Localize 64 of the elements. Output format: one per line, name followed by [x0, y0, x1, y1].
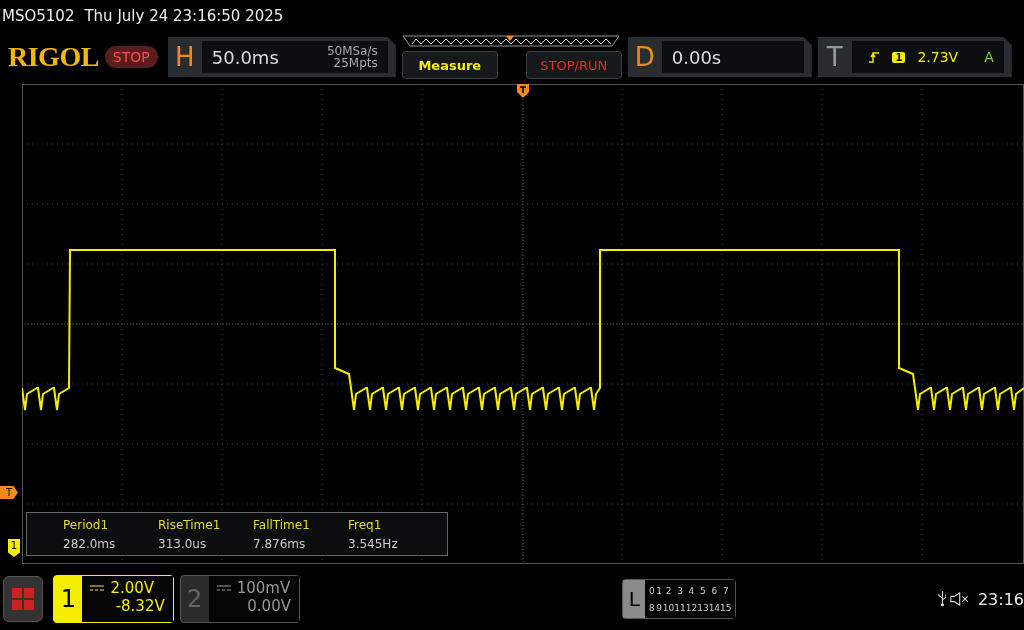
trigger-source: 1: [892, 51, 906, 63]
trigger-label: T: [825, 42, 844, 72]
menu-button[interactable]: [3, 576, 44, 622]
channel-scale: 2.00V: [110, 579, 155, 597]
logic-panel[interactable]: L 0 1 2 3 4 5 6 7 8 9101112131415: [622, 579, 736, 619]
brand-logo: RIGOL: [8, 41, 99, 73]
measurement-name: Period1: [63, 517, 110, 532]
logic-channel-number: 15: [720, 602, 732, 613]
dc-coupling-icon: [216, 585, 231, 591]
rising-edge-icon: [868, 51, 881, 63]
measurement-value: 3.545Hz: [348, 536, 399, 551]
grid-icon: [12, 588, 35, 610]
toolbar-button[interactable]: STOP/RUN: [525, 51, 622, 79]
delay-label: D: [633, 42, 656, 72]
logic-channel-number: 5: [699, 585, 707, 596]
channel-offset: 0.00V: [247, 597, 291, 615]
logic-channel-number: 6: [710, 585, 719, 596]
logic-channel-number: 12: [685, 602, 698, 613]
timebase-value: 50.0ms: [211, 46, 279, 68]
channel-number: 1: [59, 584, 78, 615]
channel-panel[interactable]: 1 2.00V -8.32V: [53, 575, 174, 623]
run-state-badge: STOP: [104, 46, 158, 68]
sample-rate: 50MSa/s: [326, 45, 378, 57]
speaker-muted-icon[interactable]: [950, 591, 970, 607]
channel-offset: -8.32V: [115, 597, 165, 615]
channel-number: 2: [186, 584, 204, 615]
measurement-value: 313.0us: [158, 536, 208, 551]
clock: 23:16: [977, 589, 1024, 609]
logic-channel-number: 0: [648, 585, 656, 596]
model-name: MSO5102: [2, 7, 75, 25]
horizontal-panel[interactable]: H 50.0ms 50MSa/s 25Mpts: [167, 37, 396, 77]
date-time: Thu July 24 23:16:50 2025: [84, 7, 284, 25]
measurement-value: 282.0ms: [63, 536, 117, 551]
logic-channel-number: 8: [648, 602, 656, 613]
measurement-name: RiseTime1: [158, 517, 222, 532]
trigger-level-marker[interactable]: T: [0, 486, 18, 499]
logic-channel-number: 9: [655, 602, 663, 613]
channel-panel[interactable]: 2 100mV 0.00V: [179, 575, 300, 623]
measurement-name: Freq1: [348, 517, 383, 532]
toolbar-button[interactable]: Measure: [401, 51, 498, 79]
trigger-level: 2.73V: [917, 49, 959, 65]
dc-coupling-icon: [90, 585, 105, 591]
logic-channel-number: 13: [697, 602, 709, 613]
delay-panel[interactable]: D 0.00s: [627, 37, 812, 77]
channel-marker[interactable]: 1: [8, 539, 20, 557]
logic-channel-number: 3: [676, 585, 684, 596]
logic-channel-number: 10: [662, 602, 675, 613]
trigger-panel[interactable]: T 1 2.73V A: [817, 37, 1012, 77]
delay-value: 0.00s: [671, 46, 722, 68]
trigger-position-marker[interactable]: [517, 84, 529, 98]
measurement-name: FallTime1: [253, 517, 311, 532]
measurement-value: 7.876ms: [253, 536, 307, 551]
logic-channel-number: 7: [721, 585, 730, 596]
usb-icon: [937, 590, 947, 608]
logic-channel-number: 11: [674, 602, 686, 613]
logic-channel-number: 14: [708, 602, 721, 613]
logic-channel-number: 4: [687, 585, 696, 596]
horizontal-label: H: [174, 42, 196, 72]
logic-channel-number: 1: [655, 585, 663, 596]
channel-scale: 100mV: [236, 579, 291, 597]
logic-label: L: [623, 580, 646, 618]
memory-depth: 25Mpts: [333, 57, 378, 69]
logic-channel-number: 2: [664, 585, 673, 596]
trigger-mode: A: [984, 49, 994, 65]
